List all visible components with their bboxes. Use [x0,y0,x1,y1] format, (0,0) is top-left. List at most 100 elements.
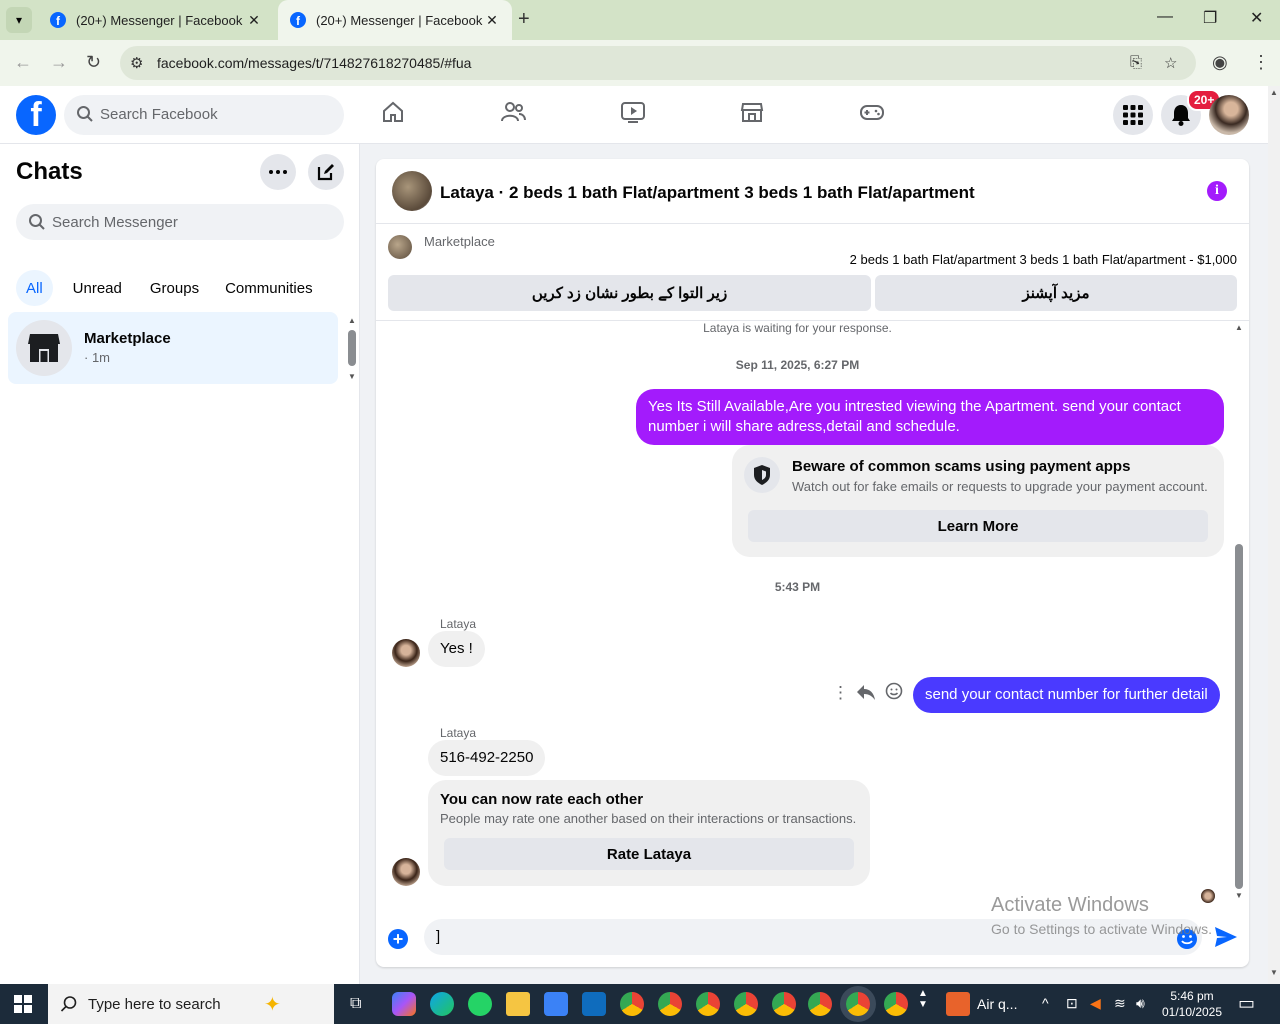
copilot-icon[interactable] [392,992,416,1016]
back-arrow-icon[interactable]: ← [14,52,32,73]
outgoing-message[interactable]: Yes Its Still Available,Are you intreste… [636,389,1224,445]
chrome-icon[interactable] [772,992,796,1016]
new-message-button[interactable] [308,154,344,190]
outgoing-message[interactable]: send your contact number for further det… [913,677,1220,713]
taskbar-search-placeholder: Type here to search [88,996,221,1013]
incoming-message[interactable]: Yes ! [428,631,485,667]
restore-button[interactable]: ❐ [1203,8,1217,28]
video-icon[interactable] [620,100,646,124]
chat-options-button[interactable] [260,154,296,190]
close-tab-icon[interactable]: ✕ [484,12,500,29]
page-scrollbar[interactable]: ▲ ▼ [1268,86,1280,984]
close-window-button[interactable]: ✕ [1250,8,1263,28]
close-tab-icon[interactable]: ✕ [246,12,262,29]
marketplace-listing-bar: Marketplace 2 beds 1 bath Flat/apartment… [376,225,1249,321]
chat-item-marketplace[interactable]: Marketplace · 1m [8,312,338,384]
scroll-thumb[interactable] [348,330,356,366]
edge-icon[interactable] [430,992,454,1016]
tab-search-button[interactable]: ▾ [6,7,32,33]
tray-chevron-icon[interactable]: ^ [1042,995,1049,1011]
facebook-search-input[interactable]: Search Facebook [64,95,344,135]
more-options-button[interactable]: مزید آپشنز [875,275,1237,311]
new-tab-button[interactable]: + [518,8,530,31]
bookmark-star-icon[interactable]: ☆ [1164,54,1177,72]
sidebar-scrollbar[interactable]: ▲ ▼ [344,316,360,382]
scroll-up-icon[interactable]: ▲ [348,316,356,325]
rate-lataya-button[interactable]: Rate Lataya [444,838,854,870]
task-view-icon[interactable]: ⧉ [350,995,361,1013]
minimize-button[interactable]: — [1157,8,1173,26]
chrome-icon[interactable] [658,992,682,1016]
weather-text[interactable]: Air q... [977,996,1017,1012]
url-text: facebook.com/messages/t/714827618270485/… [157,55,472,71]
weather-icon[interactable] [946,992,970,1016]
taskbar-clock[interactable]: 5:46 pm 01/10/2025 [1160,988,1224,1020]
incoming-message[interactable]: 516-492-2250 [428,740,546,776]
marketplace-icon[interactable] [740,100,764,124]
chrome-icon[interactable] [808,992,832,1016]
conversation-header: Lataya · 2 beds 1 bath Flat/apartment 3 … [376,159,1249,224]
speaker-icon[interactable]: 🔊︎ [1136,995,1145,1012]
more-vertical-icon[interactable]: ⋮ [832,683,849,703]
windows-start-icon[interactable] [14,995,32,1013]
filter-communities[interactable]: Communities [215,270,323,306]
conversation-scrollbar[interactable]: ▲ ▼ [1232,321,1246,901]
chrome-icon[interactable] [696,992,720,1016]
meet-now-icon[interactable]: ⊡ [1066,995,1078,1012]
react-emoji-icon[interactable] [885,682,903,705]
scroll-down-icon[interactable]: ▼ [1270,968,1278,977]
store-icon[interactable] [544,992,568,1016]
rate-title: You can now rate each other [440,791,644,808]
volume-muted-icon[interactable]: ◀ [1090,995,1101,1012]
plus-icon[interactable]: + [388,929,408,949]
reload-icon[interactable]: ↻ [86,52,101,73]
menu-grid-button[interactable] [1113,95,1153,135]
scroll-thumb[interactable] [1235,544,1243,889]
account-avatar[interactable] [1209,95,1249,135]
whatsapp-icon[interactable] [468,992,492,1016]
info-icon[interactable]: i [1207,181,1227,201]
chrome-icon[interactable] [620,992,644,1016]
network-icon[interactable]: ≋ [1114,995,1126,1012]
forward-arrow-icon[interactable]: → [50,52,68,73]
learn-more-button[interactable]: Learn More [748,510,1208,542]
file-explorer-icon[interactable] [506,992,530,1016]
install-app-icon[interactable]: ⎘ [1130,54,1142,71]
outlook-icon[interactable] [582,992,606,1016]
chrome-icon[interactable] [884,992,908,1016]
chat-filters: All Unread Groups Communities [16,270,323,306]
taskbar-search[interactable]: Type here to search ✦ [48,984,334,1024]
browser-menu-icon[interactable]: ⋮ [1252,52,1270,73]
home-icon[interactable] [381,100,405,124]
scroll-up-icon[interactable]: ▲ [1270,88,1278,97]
messenger-search-input[interactable]: Search Messenger [16,204,344,240]
listing-thumbnail[interactable] [388,235,412,259]
reply-icon[interactable] [856,683,876,706]
chrome-icon-active[interactable] [846,992,870,1016]
taskbar-scroll-icon[interactable]: ▲ ▼ [918,988,928,1010]
conversation-title[interactable]: Lataya · 2 beds 1 bath Flat/apartment 3 … [440,183,975,203]
gaming-icon[interactable] [859,100,885,124]
site-info-icon[interactable]: ⚙ [130,54,143,72]
chrome-icon[interactable] [734,992,758,1016]
listing-avatar[interactable] [392,171,432,211]
facebook-logo-icon[interactable]: f [16,95,56,135]
browser-tab-1[interactable]: f (20+) Messenger | Facebook ✕ [38,0,274,40]
sender-avatar[interactable] [392,639,420,667]
scroll-down-icon[interactable]: ▼ [1235,891,1243,900]
conversation-panel: Lataya · 2 beds 1 bath Flat/apartment 3 … [376,159,1249,967]
notification-center-icon[interactable]: ▭ [1238,993,1255,1014]
chats-sidebar: Chats Search Messenger All Unread Groups… [0,144,360,984]
browser-tab-2[interactable]: f (20+) Messenger | Facebook ✕ [278,0,512,40]
mark-as-pending-button[interactable]: زیر التوا کے بطور نشان زد کریں [388,275,871,311]
sender-avatar[interactable] [392,858,420,886]
address-bar[interactable]: ⚙ facebook.com/messages/t/71482761827048… [120,46,1196,80]
scroll-down-icon[interactable]: ▼ [348,372,356,381]
send-icon[interactable] [1214,926,1238,948]
filter-groups[interactable]: Groups [142,270,207,306]
filter-all[interactable]: All [16,270,53,306]
profile-icon[interactable]: ◉ [1212,52,1228,73]
friends-icon[interactable] [500,100,526,124]
filter-unread[interactable]: Unread [61,270,134,306]
scroll-up-icon[interactable]: ▲ [1235,323,1243,332]
